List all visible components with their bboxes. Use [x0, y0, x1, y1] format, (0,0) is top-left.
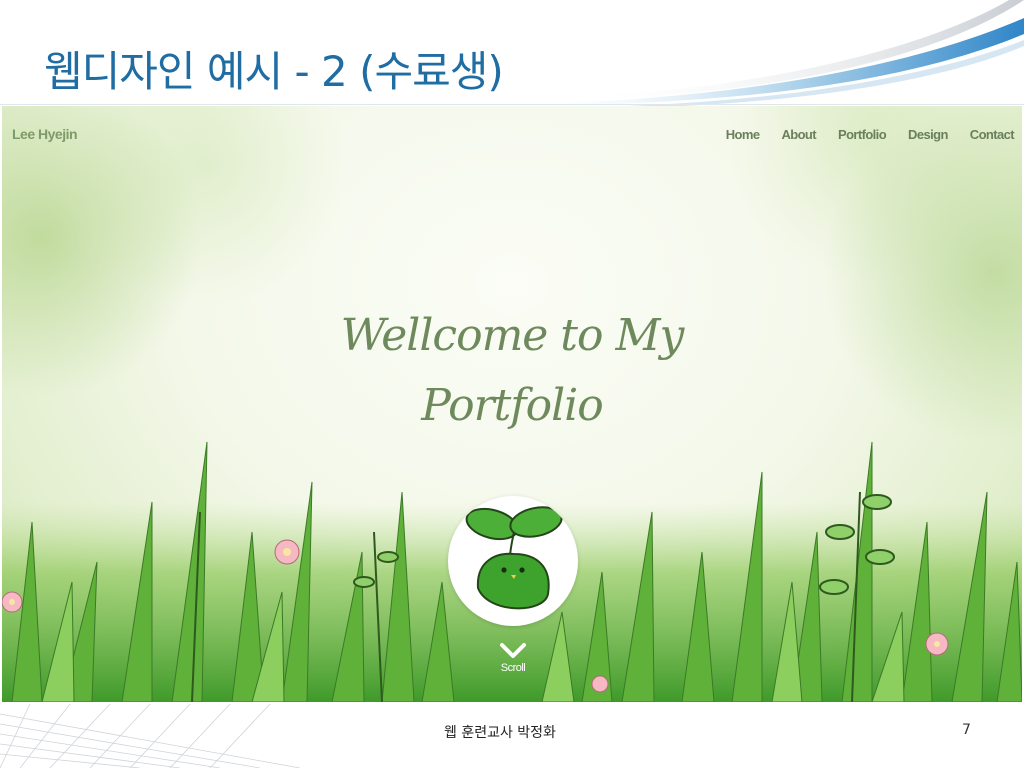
- sprout-icon: [465, 506, 563, 610]
- site-brand[interactable]: Lee Hyejin: [12, 126, 78, 142]
- website-screenshot: Lee Hyejin Home About Portfolio Design C…: [2, 106, 1022, 702]
- nav-home[interactable]: Home: [726, 127, 760, 142]
- site-nav: Home About Portfolio Design Contact: [726, 127, 1015, 142]
- slide-footer: 웹 훈련교사 박정화: [444, 725, 556, 741]
- page-number: 7: [962, 722, 971, 738]
- title-divider: [0, 104, 1024, 105]
- nav-portfolio[interactable]: Portfolio: [838, 127, 887, 142]
- hero-line-1: Wellcome to My: [340, 310, 685, 361]
- scroll-button[interactable]: Scroll: [490, 642, 536, 674]
- slide-title: 웹디자인 예시 - 2 (수료생): [44, 47, 504, 96]
- chevron-down-icon: [500, 643, 526, 658]
- nav-about[interactable]: About: [781, 127, 816, 142]
- swoosh-decoration: [524, 0, 1024, 108]
- footer-decoration: [0, 704, 300, 768]
- scroll-label: Scroll: [500, 662, 526, 674]
- nav-design[interactable]: Design: [908, 127, 948, 142]
- sprout-mascot-avatar: [448, 496, 578, 626]
- presentation-slide: 웹디자인 예시 - 2 (수료생) Lee Hyejin Home About …: [0, 0, 1024, 768]
- hero-line-2: Portfolio: [421, 380, 603, 431]
- hero-heading: Wellcome to My Portfolio: [302, 301, 722, 441]
- nav-contact[interactable]: Contact: [970, 127, 1015, 142]
